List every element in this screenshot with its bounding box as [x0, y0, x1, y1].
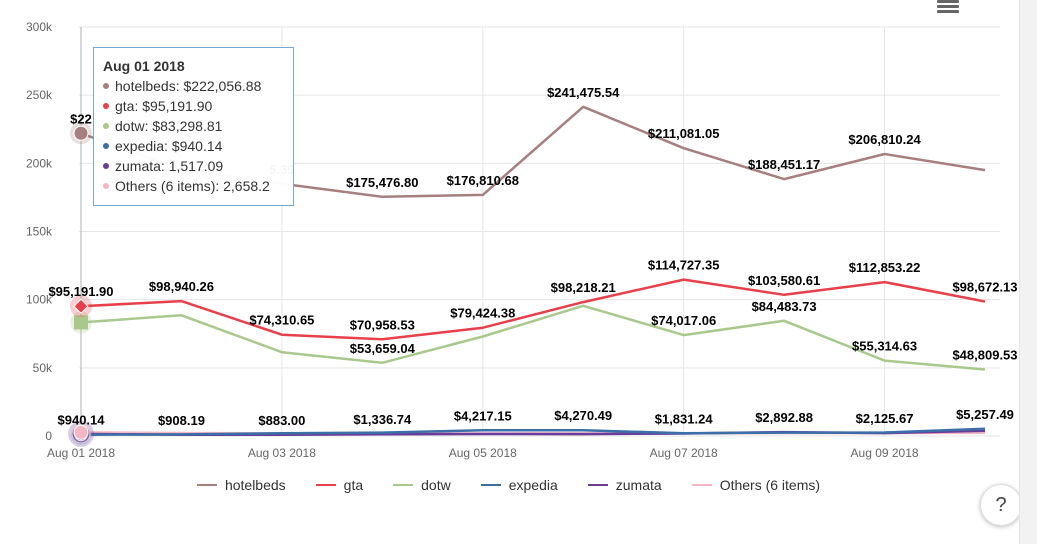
y-tick-label: 150k: [26, 225, 53, 239]
tooltip-row-hotelbeds: hotelbeds: $222,056.88: [103, 76, 284, 96]
data-label: $70,958.53: [350, 317, 415, 332]
data-label: $114,727.35: [648, 258, 720, 273]
data-label: $1,336.74: [353, 412, 412, 427]
tooltip-row-zumata: zumata: 1,517.09: [103, 156, 284, 176]
tooltip-row-expedia: expedia: $940.14: [103, 136, 284, 156]
legend-swatch: [691, 484, 712, 486]
data-label: $74,310.65: [249, 313, 314, 328]
data-label: $112,853.22: [849, 260, 921, 275]
series-line-gta: [80, 278, 986, 341]
legend-item-expedia[interactable]: expedia: [480, 477, 558, 493]
y-tick-label: 250k: [26, 88, 53, 102]
legend-item-dotw[interactable]: dotw: [393, 477, 451, 493]
data-label: $211,081.05: [648, 126, 720, 141]
data-label: $940.14: [58, 413, 106, 428]
hamburger-menu-icon[interactable]: [937, 0, 959, 14]
data-label: $4,217.15: [454, 408, 512, 423]
legend-swatch: [196, 484, 217, 486]
data-label: $74,017.06: [651, 313, 716, 328]
legend-item-gta[interactable]: gta: [315, 477, 363, 493]
chart-tooltip: Aug 01 2018 hotelbeds: $222,056.88 gta: …: [93, 47, 294, 206]
data-label: $883.00: [258, 413, 305, 428]
legend-swatch: [393, 484, 414, 486]
series-dot-icon: [103, 143, 109, 150]
data-label: $84,483.73: [752, 299, 817, 314]
help-button[interactable]: ?: [980, 484, 1022, 526]
data-label: $241,475.54: [547, 85, 620, 100]
data-label: $2,125.67: [856, 411, 914, 426]
data-label: $176,810.68: [447, 173, 519, 188]
data-label: $48,809.53: [952, 347, 1017, 362]
data-label: $55,314.63: [852, 339, 917, 354]
series-dot-icon: [103, 103, 109, 110]
data-label: $908.19: [158, 413, 205, 428]
data-label: $188,451.17: [748, 157, 820, 172]
legend-item-zumata[interactable]: zumata: [587, 477, 662, 493]
y-tick-label: 0: [45, 429, 52, 443]
x-tick-label: Aug 07 2018: [650, 446, 718, 460]
data-label: $1,831.24: [655, 412, 714, 427]
data-label: $103,580.61: [748, 273, 820, 288]
data-label: $175,476.80: [346, 175, 418, 190]
hover-marker-dotw: [74, 315, 88, 330]
series-dot-icon: [103, 123, 109, 130]
data-label: $22: [70, 111, 92, 126]
tooltip-row-others: Others (6 items): 2,658.2: [103, 176, 284, 196]
data-label: $5,257.49: [956, 407, 1014, 422]
legend-swatch: [587, 484, 608, 486]
y-tick-label: 300k: [26, 20, 53, 34]
tooltip-row-gta: gta: $95,191.90: [103, 96, 284, 116]
data-label: $98,940.26: [149, 279, 214, 294]
x-tick-label: Aug 01 2018: [47, 446, 115, 460]
data-label: $53,659.04: [350, 341, 416, 356]
hover-marker-hotelbeds: [73, 125, 89, 141]
chart-legend: hotelbeds gta dotw expedia zumata Others…: [0, 477, 1017, 493]
data-label: $2,892.88: [755, 410, 813, 425]
legend-item-others[interactable]: Others (6 items): [691, 477, 820, 493]
legend-swatch: [315, 484, 336, 486]
legend-item-hotelbeds[interactable]: hotelbeds: [196, 477, 286, 493]
tooltip-title: Aug 01 2018: [103, 58, 185, 74]
data-label: $4,270.49: [554, 408, 612, 423]
x-tick-label: Aug 03 2018: [248, 446, 316, 460]
data-label: $95,191.90: [48, 284, 113, 299]
data-label: $98,218.21: [551, 280, 616, 295]
data-label: $79,424.38: [450, 306, 515, 321]
series-dot-icon: [103, 163, 109, 170]
tooltip-row-dotw: dotw: $83,298.81: [103, 116, 284, 136]
data-label: $206,810.24: [848, 132, 921, 147]
y-tick-label: 50k: [33, 361, 53, 375]
scrollbar[interactable]: [1019, 0, 1037, 544]
data-label: $98,672.13: [952, 279, 1017, 294]
y-tick-label: 200k: [26, 156, 53, 170]
series-dot-icon: [103, 183, 109, 190]
x-tick-label: Aug 05 2018: [449, 446, 517, 460]
x-tick-label: Aug 09 2018: [851, 446, 919, 460]
series-dot-icon: [103, 83, 109, 90]
legend-swatch: [480, 484, 501, 486]
